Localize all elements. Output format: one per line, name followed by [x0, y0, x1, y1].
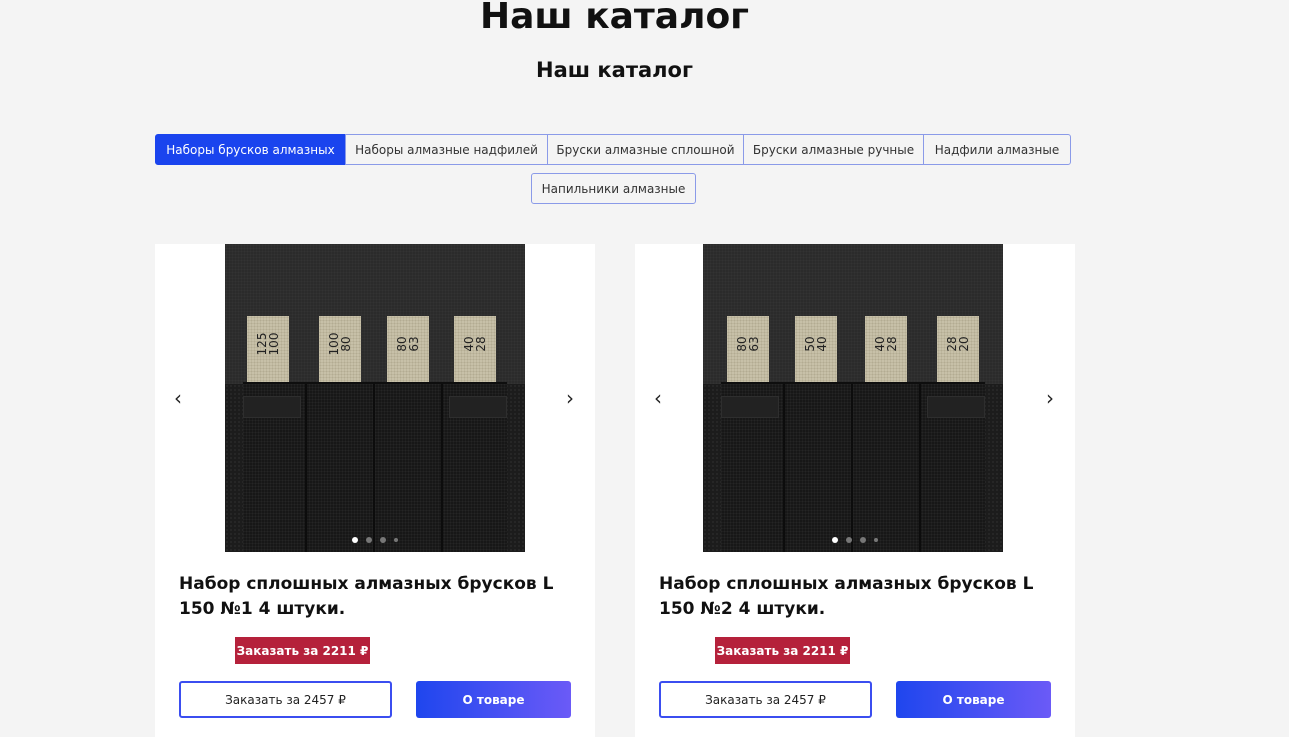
details-button[interactable]: О товаре: [896, 681, 1051, 718]
chevron-right-icon[interactable]: ›: [1033, 381, 1067, 415]
details-button[interactable]: О товаре: [416, 681, 571, 718]
tab-diamond-needle-files[interactable]: Надфили алмазные: [923, 134, 1071, 165]
slider-dots: [155, 537, 595, 543]
tab-hand-diamond-bars[interactable]: Бруски алмазные ручные: [743, 134, 924, 165]
stone-label: 125 100: [255, 332, 281, 356]
slider-dots: [635, 537, 1075, 543]
stone-label: 50 40: [803, 336, 829, 352]
chevron-right-icon[interactable]: ›: [553, 381, 587, 415]
slider-dot[interactable]: [846, 537, 852, 543]
tab-solid-diamond-bars[interactable]: Бруски алмазные сплошной: [547, 134, 744, 165]
product-photo: 125 100 100 80 80 63 40 28: [225, 244, 525, 552]
tab-diamond-bar-sets[interactable]: Наборы брусков алмазных: [155, 134, 346, 165]
tab-diamond-files[interactable]: Напильники алмазные: [531, 173, 696, 204]
product-image-slider[interactable]: 125 100 100 80 80 63 40 28 ‹ ›: [155, 244, 595, 552]
product-title[interactable]: Набор сплошных алмазных брусков L 150 №1…: [179, 572, 579, 622]
chevron-left-icon[interactable]: ‹: [161, 381, 195, 415]
slider-dot[interactable]: [832, 537, 838, 543]
stone-label: 100 80: [327, 332, 353, 356]
order-button[interactable]: Заказать за 2457 ₽: [179, 681, 392, 718]
slider-dot[interactable]: [352, 537, 358, 543]
stone-label: 28 20: [945, 336, 971, 352]
stone-label: 40 28: [462, 336, 488, 352]
category-tabs: Наборы брусков алмазных Наборы алмазные …: [155, 134, 1073, 165]
chevron-left-icon[interactable]: ‹: [641, 381, 675, 415]
slider-dot[interactable]: [394, 538, 398, 542]
page-title: Наш каталог: [480, 0, 749, 37]
product-image-slider[interactable]: 80 63 50 40 40 28 28 20 ‹ ›: [635, 244, 1075, 552]
stone-label: 40 28: [873, 336, 899, 352]
product-card: 80 63 50 40 40 28 28 20 ‹ › Набор сплошных а…: [635, 244, 1075, 737]
product-card: 125 100 100 80 80 63 40 28 ‹ › Набор сплошны…: [155, 244, 595, 737]
slider-dot[interactable]: [380, 537, 386, 543]
product-photo: 80 63 50 40 40 28 28 20: [703, 244, 1003, 552]
section-title: Наш каталог: [536, 58, 693, 82]
stone-label: 80 63: [395, 336, 421, 352]
slider-dot[interactable]: [874, 538, 878, 542]
promo-order-button[interactable]: Заказать за 2211 ₽: [715, 637, 850, 664]
slider-dot[interactable]: [860, 537, 866, 543]
slider-dot[interactable]: [366, 537, 372, 543]
promo-order-button[interactable]: Заказать за 2211 ₽: [235, 637, 370, 664]
product-title[interactable]: Набор сплошных алмазных брусков L 150 №2…: [659, 572, 1059, 622]
stone-label: 80 63: [735, 336, 761, 352]
order-button[interactable]: Заказать за 2457 ₽: [659, 681, 872, 718]
tab-diamond-file-sets[interactable]: Наборы алмазные надфилей: [345, 134, 548, 165]
